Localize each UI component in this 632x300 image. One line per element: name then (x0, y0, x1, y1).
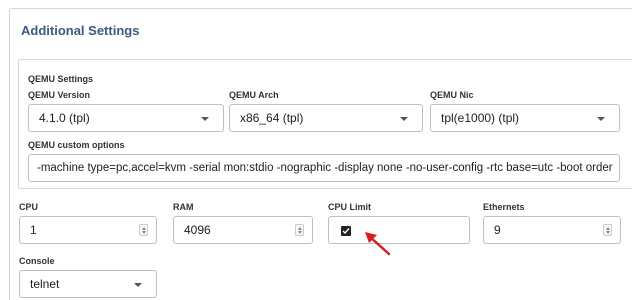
qemu-settings-group: QEMU Settings QEMU Version 4.1.0 (tpl) Q… (18, 59, 632, 189)
console-label: Console (19, 256, 55, 266)
ethernets-input[interactable]: 9 (483, 216, 621, 244)
ethernets-label: Ethernets (483, 202, 525, 212)
ram-value: 4096 (184, 223, 211, 237)
spinner-icon[interactable] (295, 224, 304, 236)
spinner-icon[interactable] (603, 224, 612, 236)
qemu-version-select[interactable]: 4.1.0 (tpl) (28, 104, 224, 132)
chevron-down-icon (134, 283, 142, 287)
red-arrow-icon (365, 232, 391, 256)
qemu-nic-select[interactable]: tpl(e1000) (tpl) (430, 104, 620, 132)
qemu-version-value: 4.1.0 (tpl) (39, 111, 90, 125)
qemu-nic-label: QEMU Nic (430, 90, 474, 100)
ram-label: RAM (173, 202, 194, 212)
cpu-label: CPU (19, 202, 39, 212)
chevron-down-icon (201, 117, 209, 121)
qemu-custom-options-label: QEMU custom options (28, 140, 125, 150)
panel-title: Additional Settings (21, 23, 140, 38)
check-icon (342, 228, 350, 235)
qemu-arch-label: QEMU Arch (229, 90, 279, 100)
ethernets-value: 9 (494, 223, 501, 237)
cpu-limit-checkbox[interactable] (341, 226, 351, 236)
qemu-custom-options-input[interactable]: -machine type=pc,accel=kvm -serial mon:s… (28, 154, 620, 182)
qemu-settings-label: QEMU Settings (28, 74, 94, 84)
console-select[interactable]: telnet (19, 270, 157, 298)
console-value: telnet (30, 277, 60, 291)
cpu-input[interactable]: 1 (19, 216, 157, 244)
cpu-limit-field (328, 216, 470, 244)
qemu-arch-select[interactable]: x86_64 (tpl) (229, 104, 423, 132)
chevron-down-icon (597, 117, 605, 121)
cpu-limit-label: CPU Limit (328, 202, 372, 212)
cpu-value: 1 (30, 223, 37, 237)
qemu-nic-value: tpl(e1000) (tpl) (441, 111, 520, 125)
qemu-version-label: QEMU Version (28, 90, 91, 100)
qemu-custom-options-value: -machine type=pc,accel=kvm -serial mon:s… (37, 162, 613, 174)
spinner-icon[interactable] (139, 224, 148, 236)
ram-input[interactable]: 4096 (173, 216, 313, 244)
additional-settings-panel: Additional Settings QEMU Settings QEMU V… (9, 8, 632, 300)
qemu-arch-value: x86_64 (tpl) (240, 111, 304, 125)
chevron-down-icon (400, 117, 408, 121)
